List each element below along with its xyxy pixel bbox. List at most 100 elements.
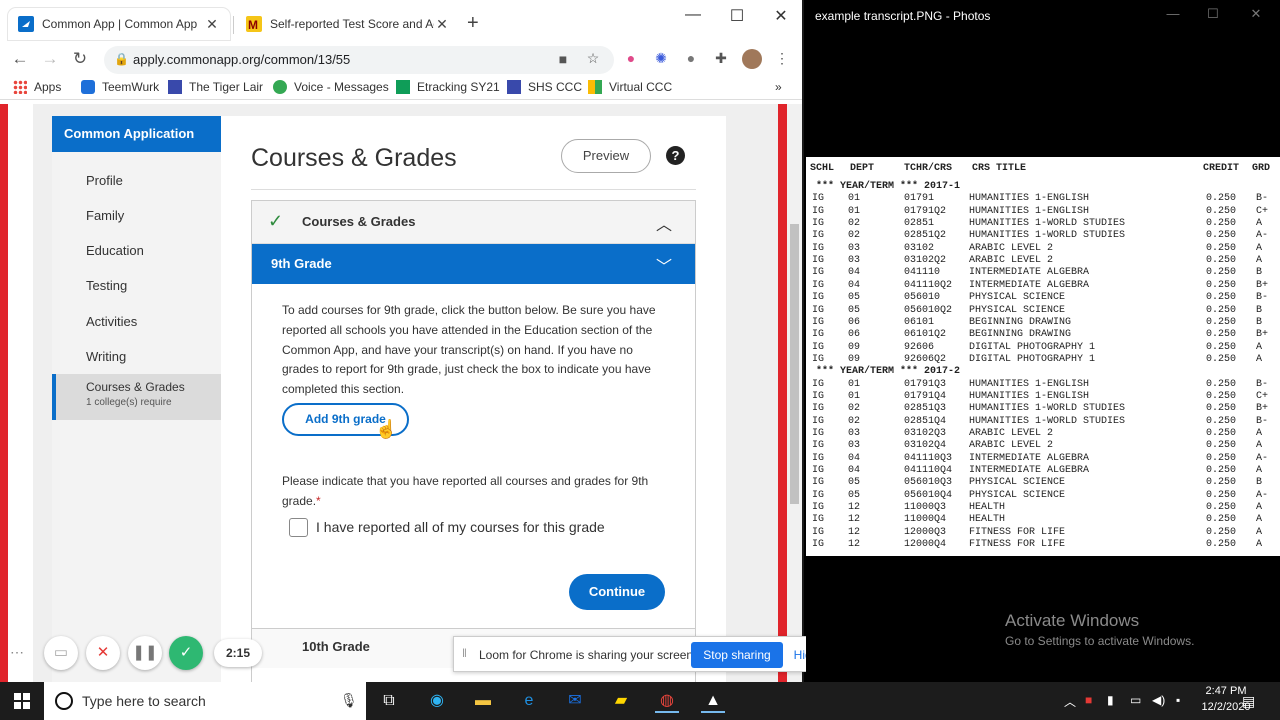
extensions-puzzle-icon[interactable]: ✚	[712, 50, 730, 68]
profile-avatar-icon[interactable]	[742, 49, 762, 69]
security-icon[interactable]: ■	[1085, 693, 1092, 707]
cell-grd: A	[1256, 465, 1263, 477]
preview-button[interactable]: Preview	[561, 139, 651, 173]
outlook-icon[interactable]: ✉	[563, 689, 587, 713]
more-bookmarks-icon[interactable]: »	[775, 80, 782, 94]
help-icon[interactable]: ?	[666, 146, 685, 165]
maximize-icon[interactable]: ☐	[1203, 6, 1223, 22]
back-icon[interactable]: ←	[9, 49, 31, 69]
volume-icon[interactable]: ◀)	[1152, 693, 1165, 707]
menu-kebab-icon[interactable]: ⋮	[773, 50, 791, 68]
minimize-icon[interactable]: —	[683, 6, 703, 24]
cell-crs: 03102Q3	[904, 428, 947, 439]
bookmark-etracking[interactable]: Etracking SY21	[396, 80, 500, 94]
sticky-notes-icon[interactable]: ▰	[609, 689, 633, 713]
col-schl: SCHL	[810, 163, 835, 174]
camera-toggle-icon[interactable]: ▭	[44, 636, 78, 670]
cell-grd: A-	[1256, 230, 1269, 242]
extension-circle-icon[interactable]: ●	[682, 50, 700, 68]
close-window-icon[interactable]: ✕	[771, 6, 791, 26]
cell-grd: C+	[1256, 205, 1269, 217]
transcript-row: IG 12 11000Q3 HEALTH 0.250 A	[806, 502, 1280, 514]
section-header[interactable]: ✓ Courses & Grades ︿	[252, 201, 695, 244]
network-icon[interactable]: ▭	[1130, 693, 1141, 707]
close-tab-icon[interactable]: ✕	[204, 16, 220, 33]
action-center-icon[interactable]: ▤	[1242, 693, 1255, 710]
drag-handle-icon[interactable]: ⋯	[10, 644, 24, 661]
bookmark-shs-ccc[interactable]: SHS CCC	[507, 80, 582, 94]
taskbar-search[interactable]: Type here to search 🎙	[44, 682, 366, 720]
tab-test-score[interactable]: M Self-reported Test Score and Aca ✕	[236, 8, 460, 40]
bookmark-star-icon[interactable]: ☆	[584, 50, 602, 68]
edge-icon[interactable]: ◉	[425, 689, 449, 713]
bookmark-voice[interactable]: Voice - Messages	[273, 80, 389, 94]
cell-grd: B	[1256, 316, 1263, 328]
bookmark-apps[interactable]: Apps	[13, 80, 61, 94]
forward-icon[interactable]: →	[39, 49, 61, 69]
drag-handle-icon[interactable]: ‖	[462, 646, 467, 660]
completed-checkbox[interactable]	[289, 518, 308, 537]
cell-grd: A	[1256, 539, 1263, 551]
completed-checkbox-label[interactable]: I have reported all of my courses for th…	[316, 519, 605, 535]
chrome-icon[interactable]: ◍	[655, 689, 679, 713]
microphone-icon[interactable]: 🎙	[340, 692, 358, 709]
input-icon[interactable]: ▪	[1176, 693, 1180, 707]
cell-dept: 04	[848, 267, 861, 279]
cell-crs: 01791Q4	[904, 390, 947, 402]
finish-recording-icon[interactable]: ✓	[169, 636, 203, 670]
cell-grd: A-	[1256, 452, 1269, 464]
sidebar-header[interactable]: Common Application	[52, 116, 221, 152]
maximize-icon[interactable]: ☐	[727, 6, 747, 26]
stop-sharing-button[interactable]: Stop sharing	[691, 642, 783, 668]
bookmark-tiger-lair[interactable]: The Tiger Lair	[168, 80, 263, 94]
sidebar-item-courses-grades[interactable]: Courses & Grades 1 college(s) require	[52, 374, 221, 420]
file-explorer-icon[interactable]: ▬	[471, 689, 495, 713]
sidebar-item-family[interactable]: Family	[86, 208, 124, 223]
new-tab-icon[interactable]: +	[467, 12, 479, 35]
chevron-down-icon[interactable]: ﹀	[656, 253, 672, 277]
cell-dept: 05	[848, 477, 861, 489]
grade-header-9th[interactable]: 9th Grade ﹀	[252, 244, 695, 284]
cell-crs: 11000Q4	[904, 514, 947, 526]
sidebar-item-writing[interactable]: Writing	[86, 349, 126, 364]
cancel-recording-icon[interactable]: ✕	[86, 636, 120, 670]
sidebar-item-testing[interactable]: Testing	[86, 278, 127, 293]
divider	[251, 189, 696, 190]
power-icon[interactable]: ▮	[1107, 693, 1114, 707]
edge-legacy-icon[interactable]: e	[517, 689, 541, 713]
extension-flower-icon[interactable]: ✺	[652, 50, 670, 68]
photos-app-icon[interactable]: ▲	[701, 689, 725, 713]
close-tab-icon[interactable]: ✕	[434, 16, 450, 33]
continue-button[interactable]: Continue	[569, 574, 665, 610]
sidebar-item-education[interactable]: Education	[86, 243, 144, 258]
chevron-up-icon[interactable]: ︿	[656, 211, 672, 235]
cell-crs: 03102Q2	[904, 255, 947, 267]
cell-dept: 02	[848, 218, 861, 230]
show-hidden-icons-icon[interactable]: ︿	[1064, 693, 1076, 710]
cell-schl: IG	[812, 403, 825, 415]
red-border-right	[778, 104, 787, 682]
windows-start-icon[interactable]	[14, 693, 30, 709]
sidebar-item-profile[interactable]: Profile	[86, 173, 123, 188]
address-bar[interactable]: 🔒 apply.commonapp.org/common/13/55 ■ ☆	[104, 46, 614, 74]
cell-credit: 0.250	[1206, 279, 1237, 291]
pause-icon[interactable]: ❚❚	[128, 636, 162, 670]
reload-icon[interactable]: ↻	[69, 49, 91, 69]
camera-icon[interactable]: ■	[554, 51, 572, 69]
bookmark-teemwurk[interactable]: TeemWurk	[81, 80, 159, 94]
sidebar-item-activities[interactable]: Activities	[86, 314, 137, 329]
cell-credit: 0.250	[1206, 353, 1237, 365]
cell-title: HEALTH	[969, 514, 1006, 526]
cell-schl: IG	[812, 218, 825, 230]
close-window-icon[interactable]: ✕	[1246, 6, 1266, 22]
task-view-icon[interactable]: ⧉	[377, 689, 401, 713]
tab-common-app[interactable]: Common App | Common App ✕	[8, 8, 230, 40]
minimize-icon[interactable]: —	[1163, 6, 1183, 21]
recording-timer: 2:15	[214, 639, 262, 667]
cell-dept: 02	[848, 415, 861, 427]
cell-credit: 0.250	[1206, 526, 1237, 538]
extension-badge-icon[interactable]: ●	[622, 50, 640, 68]
bookmark-virtual-ccc[interactable]: Virtual CCC	[588, 80, 672, 94]
page-scrollbar[interactable]	[787, 104, 802, 682]
scrollbar-thumb[interactable]	[790, 224, 799, 504]
